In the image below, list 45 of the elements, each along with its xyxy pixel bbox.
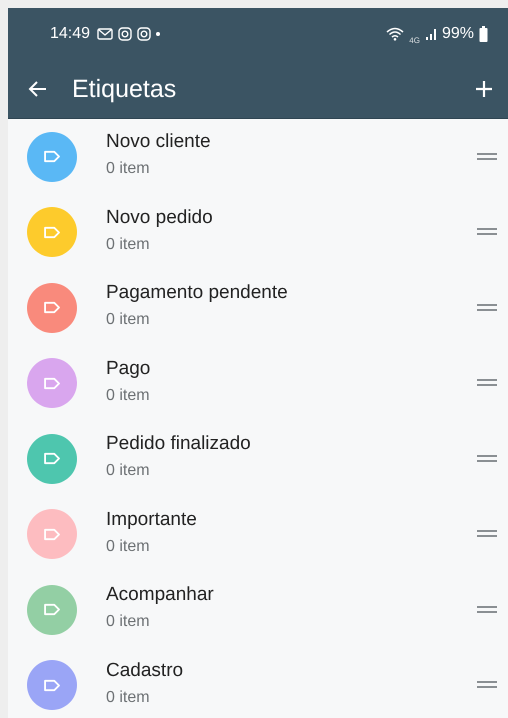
battery-level: 99%	[442, 25, 474, 43]
signal-icon	[424, 28, 437, 40]
screen-title: Etiquetas	[72, 74, 178, 104]
item-count: 0 item	[106, 236, 151, 254]
label-name: Cadastro	[106, 660, 184, 682]
network-type: 4G	[409, 36, 420, 44]
drag-handle-icon[interactable]	[477, 152, 497, 161]
label-row[interactable]: Novo cliente 0 item	[8, 119, 508, 194]
camera-icon	[137, 27, 152, 41]
label-row[interactable]: Acompanhar 0 item	[8, 572, 508, 648]
dot-icon	[156, 32, 160, 36]
camera-icon	[118, 27, 132, 41]
item-count: 0 item	[106, 613, 151, 632]
drag-handle-icon[interactable]	[477, 454, 497, 463]
label-row[interactable]: Importante 0 item	[8, 496, 508, 572]
label-name: Acompanhar	[106, 584, 215, 606]
item-count: 0 item	[106, 311, 151, 330]
label-name: Pago	[106, 358, 152, 380]
drag-handle-icon[interactable]	[477, 606, 497, 614]
item-count: 0 item	[106, 386, 151, 405]
item-count: 0 item	[106, 538, 151, 556]
label-row[interactable]: Novo pedido 0 item	[8, 194, 508, 270]
plus-icon	[474, 79, 494, 99]
label-row[interactable]: Pagamento pendente 0 item	[8, 270, 508, 346]
drag-handle-icon[interactable]	[477, 681, 497, 690]
label-name: Pagamento pendente	[106, 282, 289, 304]
label-row[interactable]: Cadastro 0 item	[8, 648, 508, 718]
drag-handle-icon[interactable]	[477, 304, 497, 312]
label-name: Novo cliente	[106, 131, 212, 154]
label-row[interactable]: Pedido finalizado 0 item	[8, 421, 508, 496]
drag-handle-icon[interactable]	[477, 379, 497, 388]
drag-handle-icon[interactable]	[477, 530, 497, 538]
item-count: 0 item	[106, 688, 151, 707]
item-count: 0 item	[106, 160, 151, 178]
wifi-icon	[386, 27, 404, 41]
status-time: 14:49	[50, 25, 90, 43]
label-row[interactable]: Pago 0 item	[8, 346, 508, 421]
label-name: Importante	[106, 508, 198, 531]
battery-icon	[479, 26, 488, 42]
label-name: Pedido finalizado	[106, 433, 252, 456]
back-arrow-icon	[28, 79, 48, 99]
item-count: 0 item	[106, 462, 151, 480]
mail-icon	[97, 27, 114, 41]
drag-handle-icon[interactable]	[477, 228, 497, 236]
label-name: Novo pedido	[106, 206, 214, 229]
